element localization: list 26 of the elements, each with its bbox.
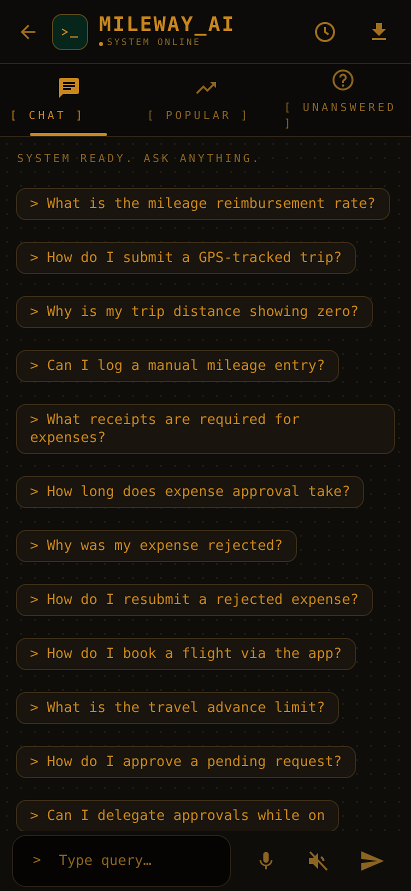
app-title: MILEWAY_AI (99, 12, 236, 35)
query-input[interactable]: Type query… (58, 850, 189, 872)
terminal-icon (60, 26, 80, 38)
prompt-symbol: > (33, 852, 41, 870)
tab[interactable]: [ POPULAR ] (137, 64, 274, 136)
clock-icon (313, 20, 337, 44)
suggestion-chip[interactable]: > How do I resubmit a rejected expense? (16, 584, 373, 616)
tab[interactable]: [ UNANSWERED ] (274, 64, 411, 136)
tab[interactable]: [ CHAT ] (0, 64, 137, 136)
history-button[interactable] (313, 20, 337, 44)
suggestion-chip[interactable]: > What is the mileage reimbursement rate? (16, 188, 390, 220)
suggestion-chip[interactable]: > What receipts are required for expenses? (16, 404, 395, 454)
suggestion-chip[interactable]: > How do I book a flight via the app? (16, 638, 356, 670)
chat-icon (56, 76, 80, 100)
status-text: SYSTEM ONLINE (107, 36, 201, 50)
suggestion-chip[interactable]: > Why is my trip distance showing zero? (16, 296, 373, 328)
query-field[interactable]: > Type query… (12, 835, 231, 887)
help-icon (330, 68, 354, 92)
suggestion-chip[interactable]: > Why was my expense rejected? (16, 530, 297, 562)
suggestion-chip[interactable]: > How long does expense approval take? (16, 476, 364, 508)
suggestion-chip[interactable]: > Can I delegate approvals while on (16, 800, 340, 831)
intro-text: SYSTEM READY. ASK ANYTHING. (16, 151, 262, 167)
suggestion-chip[interactable]: > What is the travel advance limit? (16, 692, 340, 724)
suggestion-chip[interactable]: > How do I approve a pending request? (16, 746, 356, 778)
suggestion-chip[interactable]: > How do I submit a GPS-tracked trip? (16, 242, 356, 274)
suggestion-chip[interactable]: > Can I log a manual mileage entry? (16, 350, 340, 382)
